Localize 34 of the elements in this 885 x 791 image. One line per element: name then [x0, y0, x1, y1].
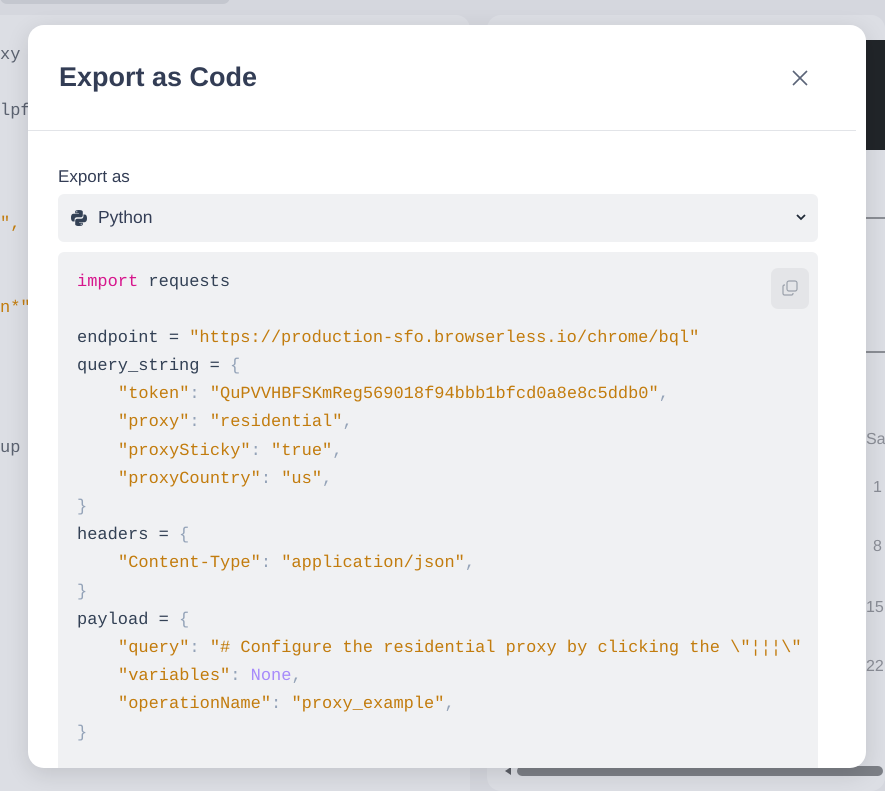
code-line: "proxy": "residential",: [118, 413, 353, 432]
code-line: import requests: [77, 272, 230, 292]
code-line: }: [77, 724, 88, 742]
python-icon: [70, 208, 88, 226]
dialog-title: Export as Code: [59, 61, 258, 94]
code-fragment: lpf: [0, 102, 31, 122]
code-line: query_string = {: [77, 357, 240, 376]
code-line: "token": "QuPVVHBFSKmReg569018f94bbb1bfcd0a8e8c5ddb0",: [118, 385, 669, 404]
field-label: Export as: [58, 166, 130, 188]
code-line: "operationName": "proxy_example",: [118, 695, 455, 714]
code-line: "proxyCountry": "us",: [118, 470, 332, 489]
code-line: payload = {: [77, 610, 190, 630]
chevron-down-icon: [796, 214, 806, 221]
scroll-left-icon[interactable]: [505, 767, 511, 775]
code-fragment: n*": [0, 298, 31, 318]
calendar-day: 1: [873, 476, 882, 500]
code-line: "proxySticky": "true",: [118, 442, 342, 461]
code-fragment: xy: [0, 46, 20, 65]
calendar-day: 22: [866, 655, 884, 679]
code-line: }: [77, 582, 88, 602]
code-fragment: up: [0, 439, 20, 458]
language-select[interactable]: Python: [58, 194, 818, 242]
code-line: "Content-Type": "application/json",: [118, 554, 476, 574]
divider-line: [866, 217, 885, 219]
code-line: headers = {: [77, 526, 190, 546]
code-line: }: [77, 498, 88, 517]
code-line: "query": "# Configure the residential proxy by clicking the \"¦¦¦\": [118, 638, 802, 658]
calendar-day: 15: [866, 596, 884, 620]
copy-icon: [782, 280, 798, 296]
code-fragment: ",: [0, 214, 20, 234]
code-line: endpoint = "https://production-sfo.browserless.io/chrome/bql": [77, 328, 700, 348]
divider-line: [866, 351, 885, 353]
calendar-day: 8: [873, 535, 882, 559]
code-line: "variables": None,: [118, 667, 302, 686]
